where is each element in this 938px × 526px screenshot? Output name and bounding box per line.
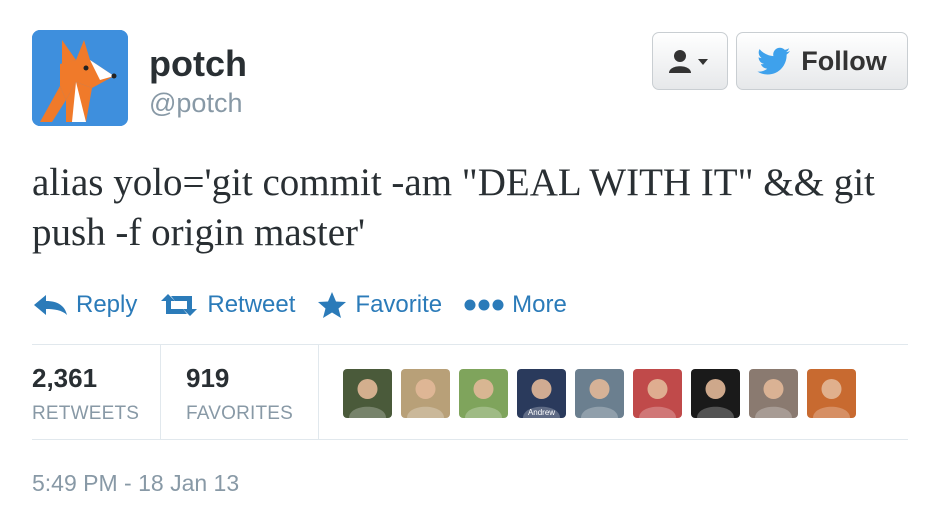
- user-fullname[interactable]: potch: [149, 44, 247, 84]
- reply-button[interactable]: Reply: [32, 291, 137, 319]
- star-icon: [318, 292, 347, 318]
- favoriter-avatar[interactable]: [807, 369, 856, 418]
- person-photo-icon: [639, 379, 676, 418]
- tweet-actions: Reply Retweet Favorite More: [32, 288, 589, 322]
- retweet-icon: [161, 294, 198, 316]
- user-icon: [669, 50, 708, 73]
- user-screen-name[interactable]: @potch: [149, 86, 247, 120]
- chevron-down-icon: [698, 59, 708, 65]
- more-label: More: [512, 291, 567, 318]
- favoriter-avatar[interactable]: [343, 369, 392, 418]
- favorite-label: Favorite: [355, 291, 443, 318]
- retweets-stat[interactable]: 2,361 RETWEETS: [32, 345, 162, 439]
- more-button[interactable]: More: [464, 291, 567, 319]
- tweet-text: alias yolo='git commit -am "DEAL WITH IT…: [32, 161, 875, 254]
- user-names: potch @potch: [149, 44, 247, 120]
- person-photo-icon: [465, 379, 502, 418]
- favoriter-avatar[interactable]: [575, 369, 624, 418]
- favorites-label: FAVORITES: [186, 403, 294, 424]
- favoriter-avatar[interactable]: Andrew: [517, 369, 566, 418]
- retweets-label: RETWEETS: [32, 403, 140, 424]
- retweets-count: 2,361: [32, 363, 98, 393]
- favoriter-avatar[interactable]: [633, 369, 682, 418]
- bird-icon: [757, 47, 791, 75]
- person-photo-icon: [349, 379, 386, 418]
- fox-logo-icon: [32, 30, 128, 126]
- reply-label: Reply: [76, 291, 138, 318]
- user-actions-dropdown[interactable]: [652, 32, 728, 90]
- favoriter-avatars: Andrew: [343, 369, 865, 418]
- favoriter-avatar[interactable]: [691, 369, 740, 418]
- favoriter-avatar[interactable]: [401, 369, 450, 418]
- favorite-button[interactable]: Favorite: [317, 291, 442, 319]
- tweet-stats: 2,361 RETWEETS 919 FAVORITES Andrew: [32, 344, 908, 440]
- favorites-stat[interactable]: 919 FAVORITES: [186, 345, 318, 439]
- tweet-header: potch @potch Follow: [32, 30, 908, 126]
- reply-arrow-icon: [34, 295, 67, 315]
- person-photo-icon: [581, 379, 618, 418]
- tweet-timestamp[interactable]: 5:49 PM - 18 Jan 13: [32, 470, 239, 497]
- person-photo-icon: [407, 379, 444, 418]
- person-photo-icon: [755, 379, 792, 418]
- favoriter-avatar[interactable]: [749, 369, 798, 418]
- favorites-count: 919: [186, 363, 230, 393]
- favoriter-avatar-caption: Andrew: [527, 408, 556, 417]
- retweet-button[interactable]: Retweet: [159, 291, 295, 319]
- person-photo-icon: [813, 379, 850, 418]
- stat-divider: [318, 345, 319, 439]
- dots-icon: [464, 299, 504, 311]
- retweet-label: Retweet: [207, 291, 296, 318]
- avatar[interactable]: [32, 30, 128, 126]
- stat-divider: [160, 345, 161, 439]
- follow-button[interactable]: Follow: [736, 32, 908, 90]
- favoriter-avatar[interactable]: [459, 369, 508, 418]
- person-photo-icon: [697, 379, 734, 418]
- follow-button-label: Follow: [801, 45, 887, 76]
